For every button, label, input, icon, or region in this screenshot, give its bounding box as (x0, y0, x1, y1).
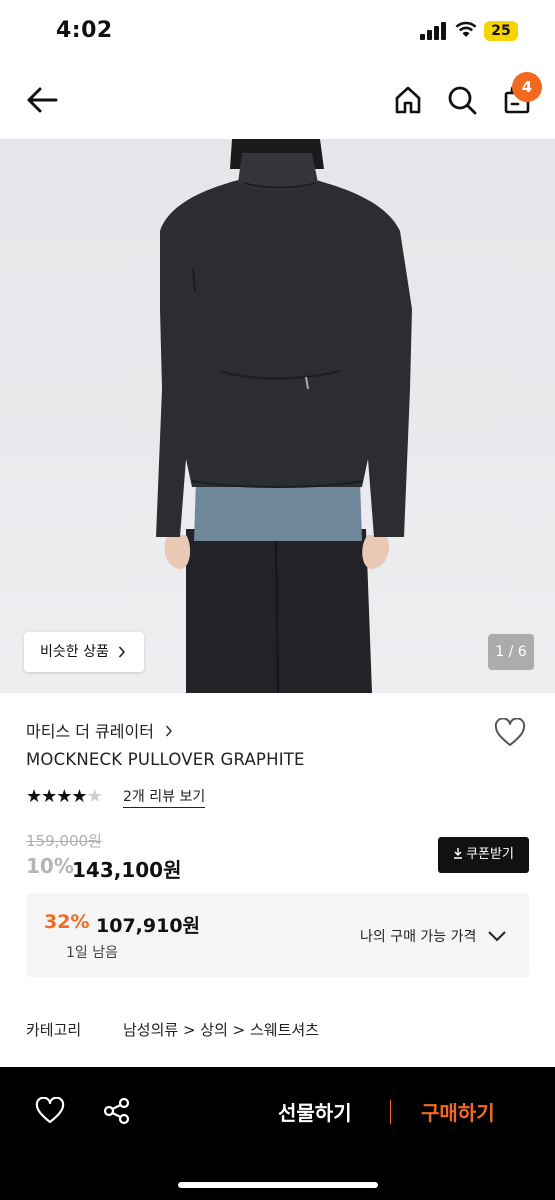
cellular-signal-icon (420, 22, 446, 40)
status-bar: 4:02 25 (0, 0, 555, 62)
chevron-right-icon (165, 725, 173, 737)
my-discount-rate: 32% (44, 911, 90, 933)
review-link[interactable]: 2개 리뷰 보기 (123, 786, 206, 808)
cart-count-badge: 4 (512, 72, 542, 102)
coupon-button[interactable]: 쿠폰받기 (438, 837, 529, 873)
share-icon[interactable] (102, 1096, 132, 1126)
product-name: MOCKNECK PULLOVER GRAPHITE (26, 750, 305, 769)
similar-products-button[interactable]: 비슷한 상품 (24, 632, 144, 672)
brand-link[interactable]: 마티스 더 큐레이터 (26, 718, 173, 742)
category-breadcrumb[interactable]: 남성의류 > 상의 > 스웨트셔츠 (123, 1019, 319, 1040)
status-time: 4:02 (56, 18, 113, 43)
gift-button[interactable]: 선물하기 (278, 1097, 352, 1126)
battery-icon: 25 (484, 21, 518, 41)
heart-icon[interactable] (35, 1097, 65, 1125)
search-icon[interactable] (442, 80, 482, 120)
image-page-indicator: 1 / 6 (488, 634, 534, 670)
star-icon: ★ (41, 786, 57, 807)
category-label: 카테고리 (26, 1021, 82, 1039)
bottom-action-bar (0, 1067, 555, 1200)
rating-stars: ★★★★★ (26, 786, 103, 807)
my-price-label[interactable]: 나의 구매 가능 가격 (360, 926, 507, 946)
chevron-down-icon (488, 931, 506, 942)
days-left: 1일 남음 (66, 945, 118, 961)
wifi-icon (455, 21, 477, 37)
bottom-bar-divider (390, 1100, 391, 1124)
download-icon (454, 848, 463, 859)
star-icon: ★ (26, 786, 42, 807)
home-indicator (178, 1182, 378, 1188)
product-image[interactable] (0, 139, 555, 693)
star-icon: ★ (71, 786, 87, 807)
back-arrow-icon[interactable] (22, 80, 62, 120)
heart-wishlist-icon[interactable] (494, 718, 526, 748)
star-icon: ★ (56, 786, 72, 807)
original-price: 159,000원 (26, 832, 102, 850)
chevron-right-icon (118, 646, 126, 658)
sale-price: 143,100원 (72, 858, 182, 882)
product-photo-illustration (0, 139, 555, 693)
star-empty-icon: ★ (86, 786, 103, 807)
home-icon[interactable] (388, 80, 428, 120)
my-price: 107,910원 (96, 915, 201, 937)
buy-button[interactable]: 구매하기 (421, 1097, 495, 1126)
discount-rate: 10% (26, 854, 74, 878)
partially-hidden-row (26, 1058, 366, 1067)
